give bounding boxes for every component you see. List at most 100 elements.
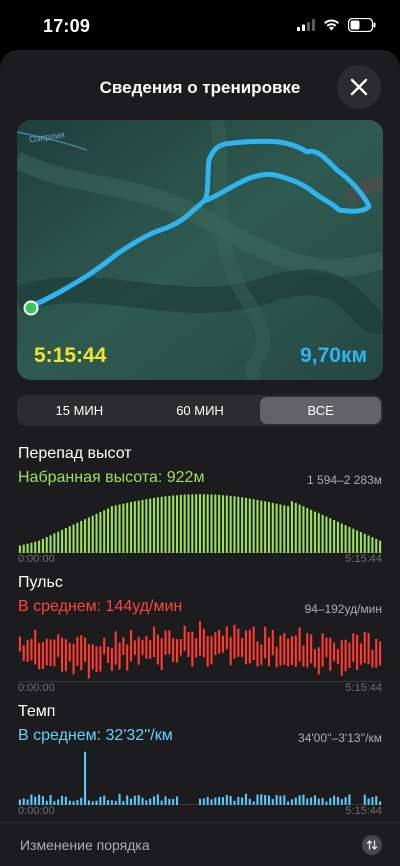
elevation-axis-start: 0:00:00 [18,553,55,565]
pace-bar [367,798,370,805]
elevation-bar [221,495,225,553]
heart-rate-bar [64,639,67,672]
heart-rate-bar [168,630,171,655]
pace-bar [310,797,313,805]
elevation-bar [359,532,362,553]
heart-rate-bar [252,626,255,661]
pace-bar [175,796,179,805]
heart-rate-bar [126,644,129,671]
heart-rate-bar [290,636,294,665]
segment-60-min[interactable]: 60 МИН [140,397,261,424]
heart-rate-axis-end: 5:15:44 [345,682,382,694]
route-map[interactable]: Озерлия 5:15:44 9,70км [17,120,383,380]
elevation-bar [294,502,297,553]
heart-rate-bar [53,639,56,667]
pace-section[interactable]: Темп В среднем: 32'32''/км 34'00''–3'13'… [18,703,382,819]
heart-rate-bar [267,637,271,667]
pace-bar [34,796,37,805]
elevation-section[interactable]: Перепад высот Набранная высота: 922м 1 5… [18,445,382,567]
elevation-bar [187,494,190,553]
heart-rate-bar [210,636,213,665]
heart-rate-bar [95,646,98,673]
heart-rate-bar [348,642,351,668]
elevation-bar [241,497,244,553]
elevation-bar [26,543,29,553]
heart-rate-bar [49,639,52,667]
segment-all[interactable]: ВСЕ [260,397,382,424]
pace-bar [64,796,67,805]
heart-rate-bar [237,628,240,657]
heart-rate-bar [26,639,29,662]
elevation-bar [152,497,156,553]
pace-bar [275,795,278,805]
heart-rate-bar [256,641,259,667]
reorder-label: Изменение порядка [20,837,150,853]
heart-rate-bar [191,631,194,667]
elevation-bar [168,495,171,553]
elevation-bar [198,494,202,553]
elevation-bar [317,513,320,553]
elevation-bar [310,509,313,553]
elevation-bar [244,497,248,553]
elevation-bar [38,540,41,553]
wifi-icon [324,19,339,31]
pace-bar [218,796,221,805]
pace-bar [279,795,282,805]
heart-rate-bar [118,642,121,670]
pace-bar [344,797,347,805]
heart-rate-section[interactable]: Пульс В среднем: 144уд/мин 94–192уд/мин … [18,574,382,696]
heart-rate-bar [294,635,297,668]
heart-rate-bar [129,630,133,662]
elevation-bar [287,506,290,553]
reorder-button[interactable] [362,835,382,855]
heart-rate-bar [198,621,202,656]
pace-bar [329,798,332,805]
pace-bar [256,794,259,805]
pace-bar [137,795,140,805]
heart-rate-bar [244,630,248,665]
pace-bar [164,796,167,805]
elevation-bar [379,540,382,553]
elevation-bar [172,495,175,553]
elevation-bar [72,524,75,553]
reorder-row[interactable]: Изменение порядка [0,822,400,866]
pace-bar [221,797,225,805]
heart-rate-bar [99,646,102,672]
elevation-bar [156,497,159,553]
elevation-bar [64,528,67,553]
pace-bar [237,796,240,805]
heart-rate-bar [336,649,339,665]
heart-rate-bar [195,638,198,658]
pace-bar [80,797,83,805]
elevation-bar [252,499,255,553]
pace-bar [83,751,87,805]
elevation-bar [229,495,232,553]
heart-rate-bar [287,638,290,667]
pace-range: 34'00''–3'13''/км [298,731,382,745]
elevation-bar [313,511,317,553]
elevation-bar [260,500,263,553]
segment-15-min[interactable]: 15 МИН [19,397,140,424]
elevation-bar [126,502,129,553]
elevation-bar [256,499,259,553]
pace-bar [30,794,33,805]
heart-rate-bar [141,639,144,655]
pace-bar [313,795,317,805]
heart-rate-bar [225,626,228,650]
elevation-bar [271,502,274,553]
elevation-bar [61,529,64,553]
heart-rate-bar [379,641,382,666]
elevation-bar [145,499,148,553]
heart-rate-bar [122,637,125,655]
heart-rate-bar [175,639,179,663]
close-button[interactable] [337,65,381,109]
elevation-bar [352,528,355,553]
elevation-chart [18,494,382,553]
elevation-bar [237,496,240,553]
elevation-range: 1 594–2 283м [307,473,382,487]
map-distance: 9,70км [300,344,367,367]
heart-rate-bar [221,635,225,653]
heart-rate-bar [310,634,313,664]
heart-rate-bar [325,637,328,658]
pace-axis-end: 5:15:44 [345,805,382,817]
